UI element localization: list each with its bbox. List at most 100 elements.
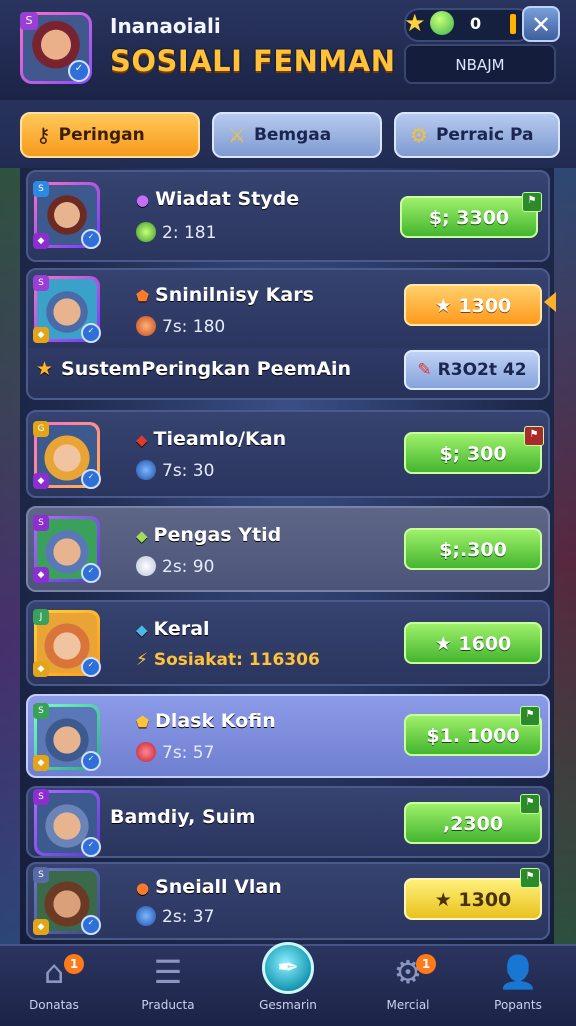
flag-icon: ⚑ (522, 192, 542, 212)
player-name: ● Sneiall Vlan (136, 876, 282, 898)
verified-check-icon: ✓ (68, 60, 90, 82)
class-badge-icon: ◆ (33, 473, 49, 489)
rank-badge-icon: S (33, 703, 49, 719)
player-avatar: J ◆ ✓ (33, 609, 101, 677)
player-avatar: S ◆ ✓ (33, 275, 101, 343)
player-stat: ⚡ Sosiakat: 116306 (136, 650, 320, 670)
price-button[interactable]: $;.300 (404, 528, 542, 570)
left-background-strip (0, 150, 20, 970)
player-stat: 2s: 37 (136, 906, 214, 927)
notification-badge: 1 (416, 954, 436, 974)
list-item[interactable]: S ◆ ✓ ⬟ Sninilnisy Kars 7s: 180 ★ 1300 (26, 268, 550, 350)
player-stat: 7s: 180 (136, 316, 225, 337)
gem-icon: ◆ (136, 431, 148, 449)
nav-item-popants[interactable]: 👤 Popants (468, 950, 568, 1012)
profile-avatar[interactable]: S ✓ (20, 12, 92, 84)
nav-label: Mercial (386, 998, 430, 1012)
rank-badge-icon: S (33, 275, 49, 291)
star-icon: ★ (434, 633, 459, 655)
player-avatar: S ◆ ✓ (33, 867, 101, 935)
gear-icon: ⚙ (410, 123, 428, 147)
price-button[interactable]: $; 300 (404, 432, 542, 474)
list-item[interactable]: G ◆ ✓ ◆ Tieamlo/Kan 7s: 30 $; 300 ⚑ (26, 410, 550, 498)
verified-check-icon: ✓ (81, 323, 101, 343)
player-name: ◆ Pengas Ytid (136, 524, 282, 546)
tab-label: Peringan (58, 125, 145, 145)
rank-badge-icon: J (33, 609, 49, 625)
player-name: ◆ Tieamlo/Kan (136, 428, 287, 450)
shield-icon: ⬟ (136, 287, 150, 305)
player-stat: 2s: 90 (136, 556, 214, 577)
star-icon: ★ (404, 9, 426, 37)
list-item[interactable]: S ◆ ✓ ⬟ Dlask Kofin 7s: 57 $1. 1000 ⚑ (26, 694, 550, 778)
home-icon: ⌂ (43, 953, 65, 991)
system-ranking-label: ★ SustemPeringkan PeemAin (36, 358, 351, 380)
orb-icon (136, 906, 156, 926)
rank-badge-icon: S (20, 12, 38, 30)
flag-icon: ⚑ (520, 706, 540, 726)
currency-value: 0 (470, 14, 482, 33)
pencil-icon: ✎ (417, 360, 432, 380)
verified-check-icon: ✓ (81, 915, 101, 935)
player-name: ● Wiadat Styde (136, 188, 300, 210)
price-button[interactable]: $; 3300 (400, 196, 538, 238)
price-button[interactable]: ★ 1600 (404, 622, 542, 664)
lightning-icon: ⚡ (136, 650, 154, 670)
player-avatar: G ◆ ✓ (33, 421, 101, 489)
list-item[interactable]: J ◆ ✓ ◆ Keral ⚡ Sosiakat: 116306 ★ 1600 (26, 600, 550, 686)
tab-bemgaa[interactable]: ⚔ Bemgaa (212, 112, 382, 158)
rank-badge-icon: S (33, 181, 49, 197)
shield-icon: ⬟ (136, 713, 150, 731)
player-avatar: S ◆ ✓ (33, 515, 101, 583)
cloud-icon (136, 556, 156, 576)
key-icon: ⚷ (36, 123, 51, 147)
player-avatar: S ◆ ✓ (33, 181, 101, 249)
verified-check-icon: ✓ (81, 563, 101, 583)
class-badge-icon: ◆ (33, 919, 49, 935)
price-button[interactable]: ★ 1300 (404, 284, 542, 326)
list-item[interactable]: S ◆ ✓ ● Sneiall Vlan 2s: 37 ★ 1300 ⚑ (26, 862, 550, 940)
class-badge-icon: ◆ (33, 567, 49, 583)
nav-item-mercial[interactable]: ⚙ Mercial (358, 950, 458, 1012)
selection-arrow-icon (544, 292, 556, 312)
tab-peringan[interactable]: ⚷ Peringan (20, 112, 200, 158)
rank-badge-icon: G (33, 421, 49, 437)
player-stat: 2: 181 (136, 222, 216, 243)
gem-icon: ◆ (136, 621, 148, 639)
right-background-strip (554, 150, 576, 970)
nav-item-donatas[interactable]: ⌂ Donatas (4, 950, 104, 1012)
player-name: ◆ Keral (136, 618, 210, 640)
person-icon: 👤 (498, 953, 538, 991)
player-stat: 7s: 57 (136, 742, 214, 763)
star-icon: ★ (434, 295, 459, 317)
player-name-box[interactable]: NBAJM (404, 44, 556, 84)
gem-icon: ● (136, 879, 150, 897)
player-stat: 7s: 30 (136, 460, 214, 481)
orb-icon (136, 460, 156, 480)
player-name: ⬟ Dlask Kofin (136, 710, 276, 732)
list-item[interactable]: S ◆ ✓ ● Wiadat Styde 2: 181 $; 3300 ⚑ (26, 170, 550, 262)
tab-label: Perraic Pa (435, 125, 534, 145)
nav-label: Praducta (141, 998, 195, 1012)
nav-item-gesmarin[interactable]: Gesmarin (238, 950, 338, 1012)
system-ranking-button[interactable]: ✎ R3O2t 42 (404, 350, 540, 390)
close-button[interactable]: ✕ (522, 6, 560, 42)
gem-icon: ● (136, 191, 150, 209)
coin-icon (136, 222, 156, 242)
gem-icon (430, 11, 454, 35)
coin-icon (136, 742, 156, 762)
list-item[interactable]: S ✓ Bamdiy, Suim ,2300 ⚑ (26, 786, 550, 858)
class-badge-icon: ◆ (33, 233, 49, 249)
player-avatar: S ◆ ✓ (33, 703, 101, 771)
tab-perraic[interactable]: ⚙ Perraic Pa (394, 112, 560, 158)
nav-label: Gesmarin (259, 998, 317, 1012)
class-badge-icon: ◆ (33, 755, 49, 771)
swords-icon: ⚔ (228, 123, 246, 147)
nav-item-praducta[interactable]: ☰ Praducta (118, 950, 218, 1012)
tab-label: Bemgaa (253, 125, 332, 145)
player-avatar: S ✓ (33, 789, 101, 857)
list-item[interactable]: S ◆ ✓ ◆ Pengas Ytid 2s: 90 $;.300 (26, 506, 550, 592)
player-name: ⬟ Sninilnisy Kars (136, 284, 314, 306)
gem-icon: ◆ (136, 527, 148, 545)
star-icon: ★ (434, 889, 459, 911)
